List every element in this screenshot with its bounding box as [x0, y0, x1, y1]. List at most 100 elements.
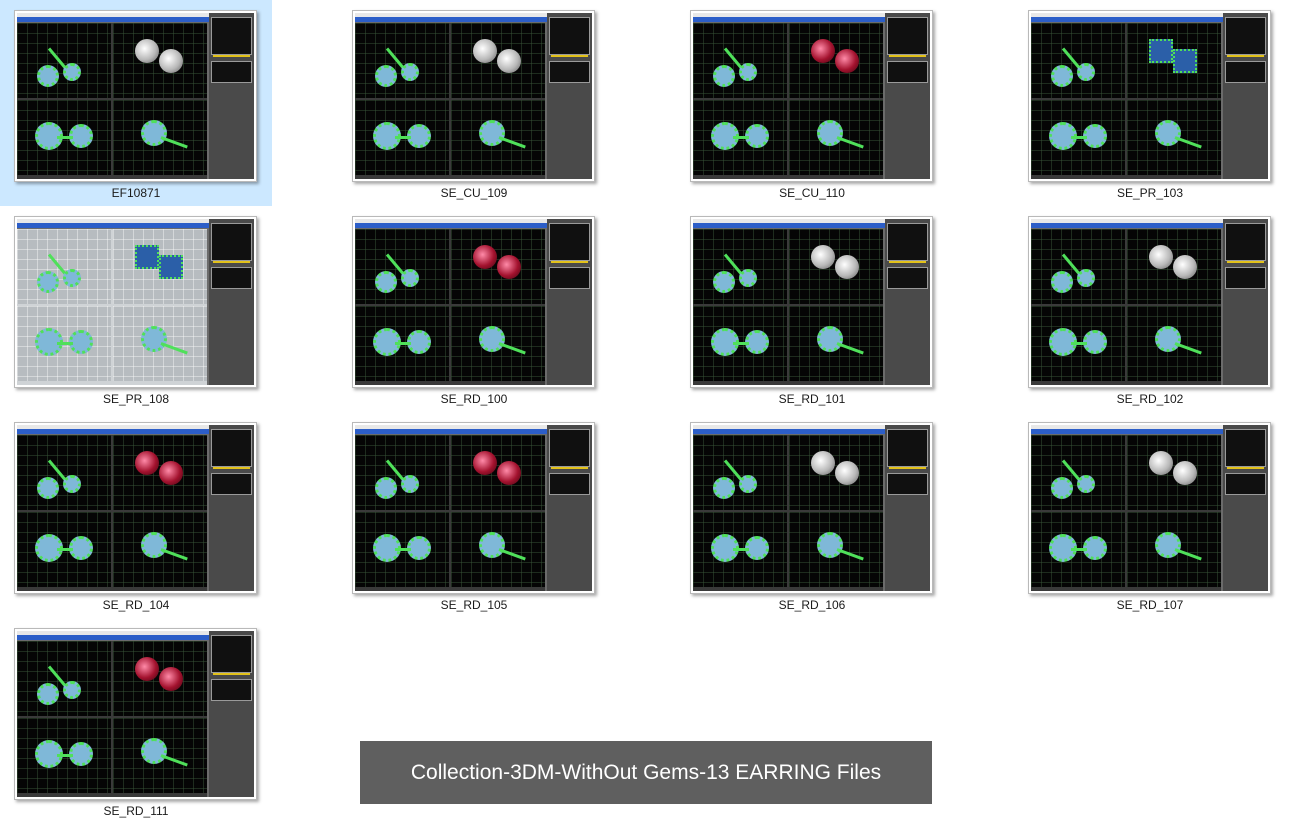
earring-post-wireframe: [160, 342, 188, 355]
viewport-br: [789, 100, 883, 175]
panel-highlight: [1227, 261, 1264, 263]
properties-panel-preview: [1223, 13, 1268, 179]
file-thumbnail-item[interactable]: SE_CU_109: [338, 0, 610, 206]
earring-wireframe: [141, 532, 167, 558]
file-thumbnail-item[interactable]: SE_RD_101: [676, 206, 948, 412]
viewport-grid: [1031, 23, 1221, 179]
earring-wireframe: [141, 738, 167, 764]
file-thumbnail-item[interactable]: SE_CU_110: [676, 0, 948, 206]
earring-post-wireframe: [498, 548, 526, 561]
viewport-br: [789, 512, 883, 587]
cad-window-preview: [693, 13, 930, 179]
cad-window-preview: [1031, 219, 1268, 385]
viewport-tr: [451, 435, 545, 510]
diamond-gem-render: [835, 461, 859, 485]
earring-wireframe: [739, 269, 757, 287]
earring-wireframe: [479, 326, 505, 352]
viewport-tr: [1127, 23, 1221, 98]
cad-window-preview: [17, 13, 254, 179]
collection-banner: Collection-3DM-WithOut Gems-13 EARRING F…: [360, 741, 932, 804]
file-thumbnail-item[interactable]: EF10871: [0, 0, 272, 206]
earring-wireframe: [1077, 475, 1095, 493]
properties-panel-preview: [209, 13, 254, 179]
viewport-br: [451, 100, 545, 175]
panel-box: [887, 429, 928, 467]
viewport-bl: [355, 100, 449, 175]
panel-box: [887, 61, 928, 83]
earring-post-wireframe: [57, 754, 73, 757]
properties-panel-preview: [1223, 425, 1268, 591]
earring-wireframe: [479, 532, 505, 558]
panel-highlight: [889, 55, 926, 57]
viewport-br: [789, 306, 883, 381]
file-thumbnail-item[interactable]: SE_RD_106: [676, 412, 948, 618]
properties-panel-preview: [547, 13, 592, 179]
panel-box: [211, 473, 252, 495]
ruby-gem-render: [497, 255, 521, 279]
viewport-grid: [693, 435, 883, 591]
viewport-bl: [17, 718, 111, 793]
file-preview-image: [352, 10, 595, 182]
file-preview-image: [690, 10, 933, 182]
file-thumbnail-item[interactable]: SE_RD_111: [0, 618, 272, 824]
viewport-grid: [1031, 229, 1221, 385]
panel-box: [549, 267, 590, 289]
earring-wireframe: [1051, 65, 1073, 87]
cad-window-preview: [1031, 13, 1268, 179]
earring-post-wireframe: [1071, 548, 1087, 551]
viewport-bl: [17, 306, 111, 381]
file-thumbnail-item[interactable]: SE_RD_107: [1014, 412, 1286, 618]
earring-wireframe: [817, 120, 843, 146]
preview-titlebar: [355, 17, 556, 22]
panel-box: [211, 267, 252, 289]
earring-wireframe: [739, 63, 757, 81]
diamond-gem-render: [1173, 461, 1197, 485]
file-preview-image: [14, 216, 257, 388]
earring-post-wireframe: [57, 136, 73, 139]
file-thumbnail-item[interactable]: SE_RD_100: [338, 206, 610, 412]
earring-wireframe: [713, 271, 735, 293]
file-preview-image: [352, 422, 595, 594]
panel-box: [211, 429, 252, 467]
properties-panel-preview: [1223, 219, 1268, 385]
earring-wireframe: [141, 326, 167, 352]
panel-box: [549, 223, 590, 261]
panel-box: [887, 17, 928, 55]
file-name-label: SE_CU_109: [440, 186, 508, 200]
file-thumbnail-item[interactable]: SE_PR_103: [1014, 0, 1286, 206]
diamond-gem-render: [1173, 255, 1197, 279]
viewport-tl: [355, 229, 449, 304]
panel-box: [211, 17, 252, 55]
file-thumbnail-item[interactable]: SE_RD_105: [338, 412, 610, 618]
cad-window-preview: [355, 425, 592, 591]
viewport-tr: [789, 435, 883, 510]
file-thumbnail-item[interactable]: SE_RD_104: [0, 412, 272, 618]
panel-box: [1225, 17, 1266, 55]
diamond-gem-render: [497, 49, 521, 73]
cad-window-preview: [693, 219, 930, 385]
properties-panel-preview: [209, 425, 254, 591]
viewport-tl: [355, 435, 449, 510]
panel-highlight: [1227, 467, 1264, 469]
panel-highlight: [1227, 55, 1264, 57]
file-thumbnail-item[interactable]: SE_RD_102: [1014, 206, 1286, 412]
earring-post-wireframe: [395, 136, 411, 139]
file-preview-image: [1028, 422, 1271, 594]
panel-highlight: [551, 467, 588, 469]
earring-wireframe: [37, 271, 59, 293]
panel-box: [1225, 61, 1266, 83]
earring-wireframe: [739, 475, 757, 493]
file-name-label: SE_RD_107: [1116, 598, 1184, 612]
viewport-bl: [17, 100, 111, 175]
earring-post-wireframe: [1174, 342, 1202, 355]
panel-box: [549, 61, 590, 83]
file-name-label: SE_RD_106: [778, 598, 846, 612]
earring-wireframe: [63, 269, 81, 287]
file-name-label: SE_PR_103: [1116, 186, 1184, 200]
file-thumbnail-item[interactable]: SE_PR_108: [0, 206, 272, 412]
properties-panel-preview: [209, 631, 254, 797]
panel-box: [549, 473, 590, 495]
panel-highlight: [213, 673, 250, 675]
file-name-label: EF10871: [111, 186, 161, 200]
earring-wireframe: [401, 63, 419, 81]
